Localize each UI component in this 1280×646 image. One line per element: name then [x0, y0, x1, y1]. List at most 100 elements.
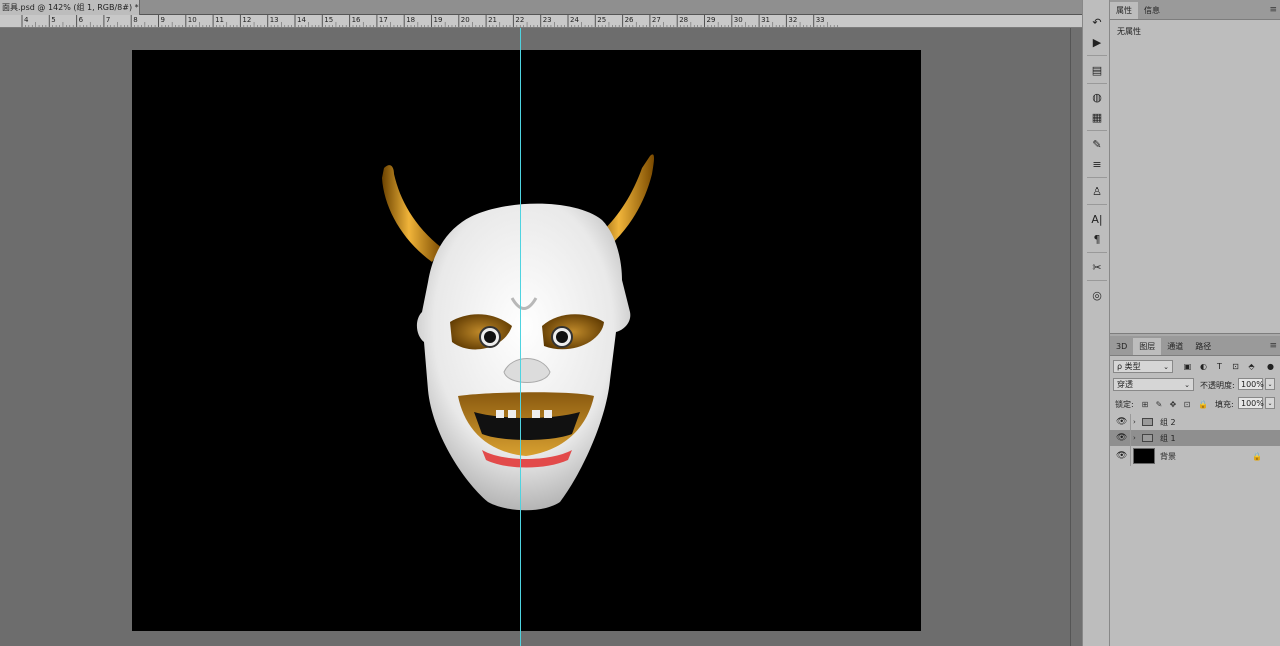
paragraph-icon[interactable]: ¶	[1088, 231, 1106, 247]
lock-label: 锁定:	[1115, 400, 1134, 409]
folder-icon	[1142, 418, 1153, 426]
ruler-tick-label: 20	[461, 16, 470, 24]
separator	[1087, 130, 1107, 131]
layer-name: 背景	[1160, 451, 1176, 461]
ruler-tick-label: 30	[734, 16, 743, 24]
ruler-tick-label: 15	[324, 16, 333, 24]
layer-row-group-2[interactable]: 👁 › 组 2	[1110, 414, 1280, 430]
separator	[1087, 83, 1107, 84]
ruler-tick-label: 25	[597, 16, 606, 24]
lock-pixels-icon[interactable]: ✎	[1154, 399, 1164, 409]
brush-icon[interactable]: ✎	[1088, 136, 1106, 152]
tab-layers[interactable]: 图层	[1133, 338, 1162, 355]
properties-panel-header: 属性 信息 ≡	[1110, 0, 1280, 20]
fill-label: 填充:	[1215, 400, 1234, 409]
canvas[interactable]	[132, 50, 921, 631]
eye-icon[interactable]: 👁	[1116, 417, 1127, 427]
ruler-tick-label: 32	[788, 16, 797, 24]
horizontal-ruler[interactable]: 4 5 6 7 8 9 10 11 12 13 14 15 16 17 18 19 20 21 22 23 24 25 26…	[0, 15, 1082, 28]
ruler-tick-label: 24	[570, 16, 579, 24]
fill-input[interactable]: 100%	[1238, 397, 1264, 409]
filter-type-icon[interactable]: T	[1214, 361, 1225, 372]
chevron-down-icon[interactable]: ⌄	[1265, 397, 1275, 409]
filter-adjustment-icon[interactable]: ◐	[1198, 361, 1209, 372]
tools-icon[interactable]: ✂	[1088, 259, 1106, 275]
character-icon[interactable]: A|	[1088, 211, 1106, 227]
document-area: 面具.psd @ 142% (组 1, RGB/8#) * × 4 5 6 7 8 9 10…	[0, 0, 1082, 646]
ruler-tick-label: 10	[188, 16, 197, 24]
layer-row-group-1[interactable]: 👁 › 组 1	[1110, 430, 1280, 446]
no-properties-text: 无属性	[1117, 27, 1141, 36]
ruler-tick-label: 27	[652, 16, 661, 24]
right-panel-column: 属性 信息 ≡ 无属性 3D 图层 通道 路径 ≡ ρ 类型 ⌄ ▣ ◐ T ⊡…	[1110, 0, 1280, 646]
ruler-tick-label: 14	[297, 16, 306, 24]
ruler-tick-label: 33	[816, 16, 825, 24]
lock-all-icon[interactable]: 🔒	[1198, 399, 1208, 409]
filter-toggle-icon[interactable]: ●	[1265, 361, 1276, 372]
cc-libraries-icon[interactable]: ◎	[1088, 287, 1106, 303]
layer-filter-select[interactable]: ρ 类型 ⌄	[1113, 360, 1173, 373]
separator	[1087, 252, 1107, 253]
layers-panel: 3D 图层 通道 路径 ≡ ρ 类型 ⌄ ▣ ◐ T ⊡ ⬘ ● 穿透 ⌄ 不透…	[1110, 336, 1280, 646]
panel-menu-icon[interactable]: ≡	[1269, 5, 1277, 15]
tab-3d[interactable]: 3D	[1110, 338, 1133, 355]
ruler-tick-label: 31	[761, 16, 770, 24]
tab-channels[interactable]: 通道	[1161, 338, 1189, 355]
separator	[1087, 177, 1107, 178]
separator	[1087, 280, 1107, 281]
filter-smart-object-icon[interactable]: ⬘	[1246, 361, 1257, 372]
levels-icon[interactable]: ▤	[1088, 62, 1106, 78]
filter-shape-icon[interactable]: ⊡	[1230, 361, 1241, 372]
ruler-tick-label: 12	[242, 16, 251, 24]
ruler-tick-label: 26	[625, 16, 634, 24]
vertical-scrollbar[interactable]	[1070, 28, 1082, 646]
vertical-guide[interactable]	[520, 28, 521, 646]
layer-thumbnail	[1133, 448, 1155, 464]
document-tab-title: 面具.psd @ 142% (组 1, RGB/8#) *	[2, 3, 139, 12]
ruler-tick-label: 5	[51, 16, 55, 24]
opacity-input[interactable]: 100%	[1238, 378, 1264, 390]
panel-icon-strip: ↶ ▶ ▤ ◍ ▦ ✎ ≡ ♙ A| ¶ ✂ ◎	[1082, 0, 1110, 646]
separator	[1087, 204, 1107, 205]
chevron-right-icon[interactable]: ›	[1133, 418, 1136, 426]
ruler-tick-label: 13	[270, 16, 279, 24]
mask-artwork	[382, 154, 654, 511]
blend-mode-select[interactable]: 穿透 ⌄	[1113, 378, 1194, 391]
ruler-ticks: 4 5 6 7 8 9 10 11 12 13 14 15 16 17 18 19 20 21 22 23 24 25 26…	[21, 15, 838, 27]
history-icon[interactable]: ↶	[1088, 14, 1106, 30]
panel-menu-icon[interactable]: ≡	[1269, 341, 1277, 351]
chevron-right-icon[interactable]: ›	[1133, 434, 1136, 442]
ruler-tick-label: 23	[543, 16, 552, 24]
layer-filter-label: ρ 类型	[1117, 362, 1141, 371]
tab-info[interactable]: 信息	[1138, 2, 1166, 19]
ruler-tick-label: 9	[161, 16, 165, 24]
tab-properties[interactable]: 属性	[1110, 2, 1138, 19]
tab-paths[interactable]: 路径	[1189, 338, 1217, 355]
lock-transparency-icon[interactable]: ⊞	[1140, 399, 1150, 409]
chevron-down-icon: ⌄	[1184, 380, 1190, 389]
ruler-tick-label: 6	[79, 16, 84, 24]
separator	[1087, 55, 1107, 56]
divider	[1130, 430, 1131, 446]
clone-stamp-icon[interactable]: ♙	[1088, 183, 1106, 199]
play-icon[interactable]: ▶	[1088, 34, 1106, 50]
color-wheel-icon[interactable]: ◍	[1088, 89, 1106, 105]
lock-position-icon[interactable]: ✥	[1168, 399, 1178, 409]
sliders-icon[interactable]: ≡	[1088, 156, 1106, 172]
document-tab[interactable]: 面具.psd @ 142% (组 1, RGB/8#) * ×	[0, 0, 140, 15]
layer-row-background[interactable]: 👁 背景 🔒	[1110, 446, 1280, 466]
chevron-down-icon[interactable]: ⌄	[1265, 378, 1275, 390]
eye-icon[interactable]: 👁	[1116, 451, 1127, 461]
ruler-tick-label: 18	[406, 16, 415, 24]
ruler-tick-label: 7	[106, 16, 110, 24]
blend-mode-value: 穿透	[1117, 380, 1133, 389]
lock-artboard-icon[interactable]: ⊡	[1182, 399, 1192, 409]
ruler-tick-label: 11	[215, 16, 224, 24]
eye-icon[interactable]: 👁	[1116, 433, 1127, 443]
swatches-grid-icon[interactable]: ▦	[1088, 109, 1106, 125]
folder-icon	[1142, 434, 1153, 442]
ruler-tick-label: 22	[515, 16, 524, 24]
chevron-down-icon: ⌄	[1163, 362, 1169, 371]
filter-pixel-icon[interactable]: ▣	[1182, 361, 1193, 372]
ruler-tick-label: 16	[352, 16, 361, 24]
